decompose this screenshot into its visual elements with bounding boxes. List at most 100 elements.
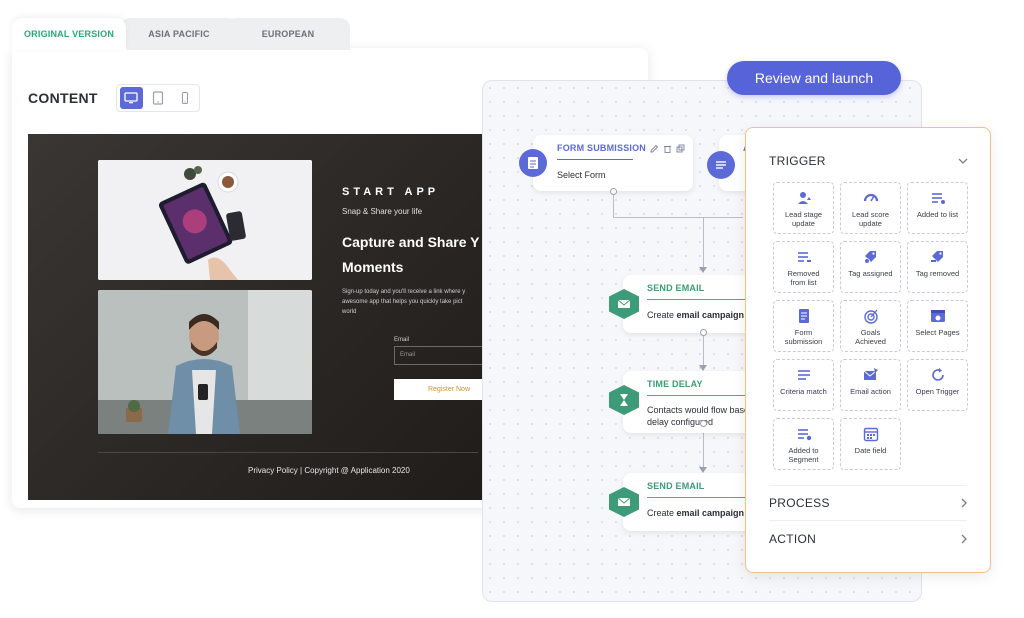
form-icon [798, 309, 809, 323]
node-title: FORM SUBMISSION [557, 143, 647, 153]
device-switcher [116, 84, 200, 112]
preview-footer: Privacy Policy | Copyright @ Application… [248, 466, 410, 475]
node-subtitle: Create email campaign [647, 508, 745, 518]
connector [613, 217, 743, 218]
connector-handle[interactable] [610, 188, 617, 195]
node-subtitle: Select Form [557, 170, 606, 180]
connector [703, 335, 704, 367]
tab-original-version[interactable]: ORIGINAL VERSION [12, 18, 126, 50]
time-delay-node[interactable]: TIME DELAY Contacts would flow based del… [623, 371, 763, 433]
process-section-title[interactable]: PROCESS [769, 496, 830, 510]
app-canvas: ORIGINAL VERSION ASIA PACIFIC EUROPEAN C… [0, 0, 1024, 618]
delete-icon[interactable] [663, 144, 672, 153]
email-preview: START APP Snap & Share your life Capture… [28, 134, 498, 500]
mobile-view-button[interactable] [173, 87, 196, 109]
node-underline [647, 299, 757, 300]
chevron-right-icon[interactable] [960, 498, 968, 508]
tablet-view-button[interactable] [147, 87, 170, 109]
trigger-tile-added-to-list[interactable]: Added to list [907, 182, 968, 234]
email-action-icon [863, 368, 878, 380]
refresh-icon [931, 368, 944, 381]
trigger-tile-lead-stage[interactable]: Lead stage update [773, 182, 834, 234]
preview-tagline: Snap & Share your life [342, 207, 423, 216]
list-add-icon [931, 193, 945, 204]
tablet-icon [152, 91, 164, 105]
hourglass-icon [620, 394, 628, 406]
node-underline [557, 159, 633, 160]
form-icon [528, 157, 538, 169]
send-email-node-2[interactable]: SEND EMAIL Create email campaign [623, 473, 763, 531]
trigger-tile-open-trigger[interactable]: Open Trigger [907, 359, 968, 411]
node-underline [647, 497, 757, 498]
node-tools [650, 144, 685, 153]
preview-headline-line2: Moments [342, 259, 404, 275]
list-icon [716, 161, 726, 169]
preview-body-line1: Sign-up today and you'll receive a link … [342, 289, 466, 295]
section-divider [769, 520, 967, 521]
send-email-node[interactable]: SEND EMAIL Create email campaign [623, 275, 763, 333]
connector-handle[interactable] [700, 420, 707, 427]
review-and-launch-button[interactable]: Review and launch [727, 61, 901, 95]
preview-body-line2: awesome app that helps you quickly take … [342, 299, 463, 305]
chevron-right-icon[interactable] [960, 534, 968, 544]
trigger-tile-tag-assigned[interactable]: Tag assigned [840, 241, 901, 293]
page-icon [930, 310, 945, 322]
trigger-tile-form-submission[interactable]: Form submission [773, 300, 834, 352]
preview-email-label: Email [394, 337, 410, 343]
node-title: SEND EMAIL [647, 481, 705, 491]
mobile-icon [181, 91, 188, 105]
list-remove-icon [797, 252, 811, 262]
form-submission-node[interactable]: FORM SUBMISSION Select Form [533, 135, 693, 191]
list-node-badge [707, 151, 735, 179]
trigger-tile-removed-from-list[interactable]: Removed from list [773, 241, 834, 293]
gauge-icon [863, 193, 878, 202]
preview-body-line3: world [342, 309, 357, 315]
man-with-phone-photo [98, 290, 312, 434]
trigger-tile-criteria-match[interactable]: Criteria match [773, 359, 834, 411]
target-icon [863, 309, 878, 324]
content-title: CONTENT [28, 90, 98, 106]
node-underline [647, 395, 757, 396]
form-node-badge [519, 149, 547, 177]
section-divider [769, 485, 967, 486]
trigger-tile-goals-achieved[interactable]: Goals Achieved [840, 300, 901, 352]
segment-icon [797, 429, 811, 441]
connector [613, 193, 614, 217]
lead-stage-icon [797, 192, 811, 204]
copy-icon[interactable] [676, 144, 685, 153]
trigger-tile-tag-removed[interactable]: Tag removed [907, 241, 968, 293]
node-subtitle-line1: Contacts would flow based [647, 405, 755, 415]
edit-icon[interactable] [650, 144, 659, 153]
trigger-tile-select-pages[interactable]: Select Pages [907, 300, 968, 352]
desktop-view-button[interactable] [120, 87, 143, 109]
action-section-title[interactable]: ACTION [769, 532, 816, 546]
preview-divider [98, 452, 478, 453]
tab-european[interactable]: EUROPEAN [226, 18, 350, 50]
trigger-tile-date-field[interactable]: Date field [840, 418, 901, 470]
connector [703, 217, 704, 269]
trigger-tile-email-action[interactable]: Email action [840, 359, 901, 411]
arrow-down-icon [699, 267, 707, 273]
email-icon [617, 299, 631, 308]
trigger-tile-added-to-segment[interactable]: Added to Segment [773, 418, 834, 470]
tablet-photo [98, 160, 312, 280]
criteria-icon [797, 370, 810, 380]
desktop-icon [124, 92, 138, 104]
version-tabs: ORIGINAL VERSION ASIA PACIFIC EUROPEAN [12, 18, 352, 50]
trigger-section-title[interactable]: TRIGGER [769, 154, 826, 168]
tag-remove-icon [930, 251, 943, 262]
trigger-tile-lead-score[interactable]: Lead score update [840, 182, 901, 234]
connector-handle[interactable] [700, 329, 707, 336]
preview-headline-line1: Capture and Share Y [342, 234, 480, 250]
chevron-down-icon[interactable] [958, 157, 968, 165]
node-subtitle: Create email campaign [647, 310, 745, 320]
tag-add-icon [863, 251, 876, 264]
connector [703, 433, 704, 469]
email-icon [617, 497, 631, 506]
node-title: TIME DELAY [647, 379, 703, 389]
preview-app-title: START APP [342, 186, 440, 198]
trigger-panel: TRIGGER Lead stage update Lead score updat… [745, 127, 991, 573]
node-title: SEND EMAIL [647, 283, 705, 293]
calendar-icon [863, 427, 878, 442]
tab-asia-pacific[interactable]: ASIA PACIFIC [120, 18, 238, 50]
